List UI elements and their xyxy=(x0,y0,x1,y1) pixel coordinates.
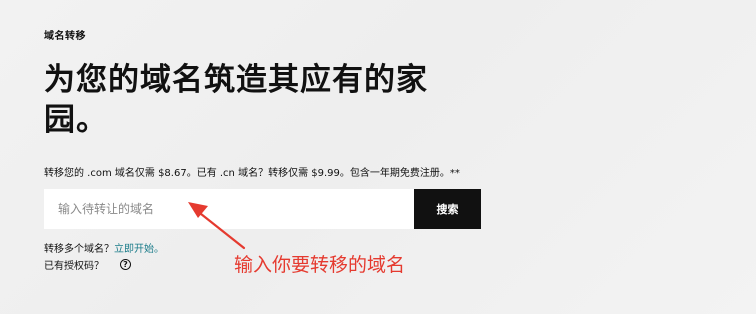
domain-search-form: 搜索 xyxy=(44,189,481,229)
auth-code-label: 已有授权码？ xyxy=(44,261,104,272)
pricing-subtext: 转移您的 .com 域名仅需 $8.67。已有 .cn 域名？转移仅需 $9.9… xyxy=(44,168,460,179)
annotation-arrow-shaft xyxy=(194,208,246,250)
multi-transfer-label: 转移多个域名？ xyxy=(44,244,114,255)
start-now-link[interactable]: 立即开始。 xyxy=(114,244,164,255)
search-button[interactable]: 搜索 xyxy=(414,189,481,229)
auth-code-line: 已有授权码？ ? xyxy=(44,257,131,272)
page-title: 为您的域名筑造其应有的家园。 xyxy=(44,62,428,138)
annotation-text: 输入你要转移的域名 xyxy=(234,254,406,276)
breadcrumb: 域名转移 xyxy=(44,31,86,42)
annotation-arrow-head xyxy=(188,202,208,218)
help-circle-icon[interactable]: ? xyxy=(120,259,131,270)
annotation-arrow-icon xyxy=(188,202,246,250)
multi-transfer-line: 转移多个域名？立即开始。 xyxy=(44,240,164,255)
